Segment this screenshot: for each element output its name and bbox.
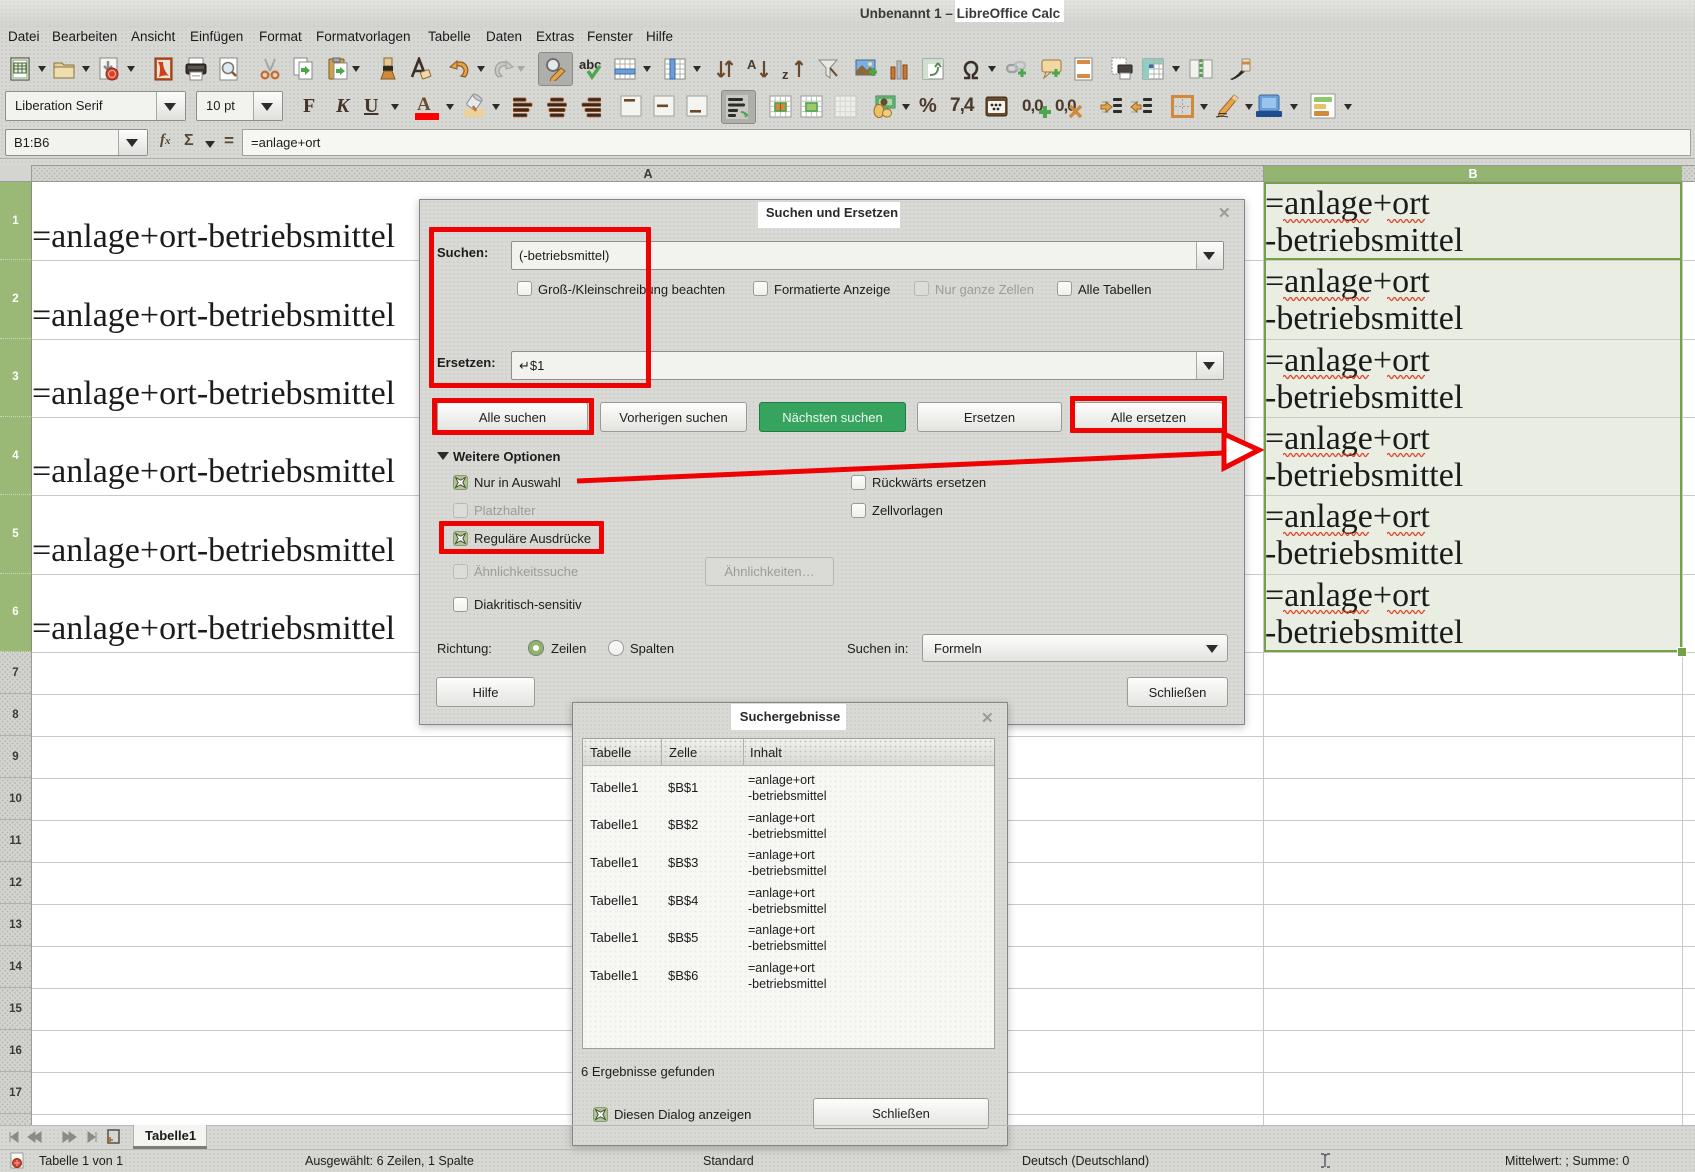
svg-text:A: A bbox=[747, 57, 757, 72]
svg-text:z: z bbox=[782, 67, 789, 81]
